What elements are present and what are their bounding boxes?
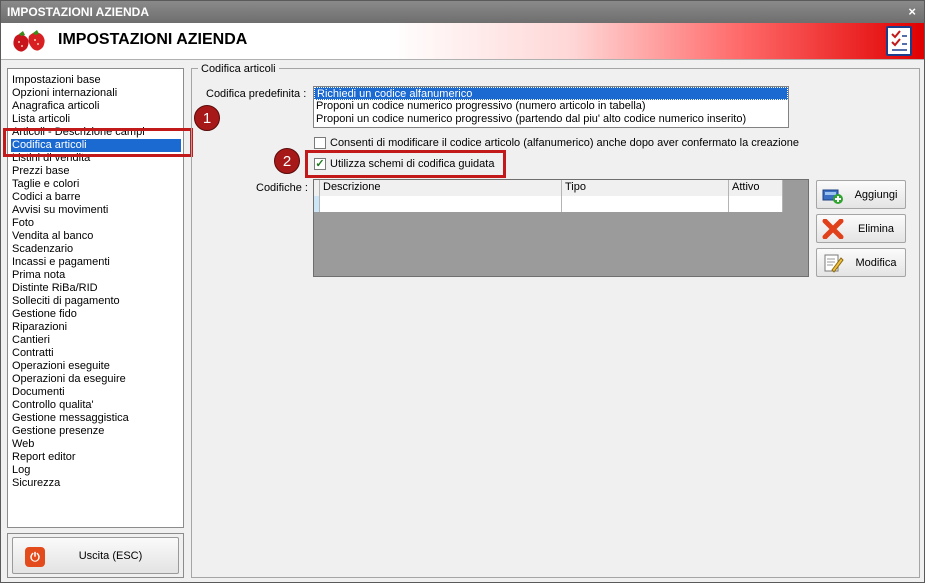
- sidebar-item[interactable]: Opzioni internazionali: [12, 87, 117, 100]
- consenti-label: Consenti di modificare il codice articol…: [330, 137, 799, 149]
- table-cell[interactable]: [729, 196, 783, 212]
- sidebar-item[interactable]: Riparazioni: [12, 321, 67, 334]
- sidebar-item[interactable]: Log: [12, 464, 30, 477]
- column-header-tipo[interactable]: Tipo: [562, 180, 729, 196]
- codifiche-grid[interactable]: Descrizione Tipo Attivo: [313, 179, 809, 277]
- sidebar-item[interactable]: Avvisi su movimenti: [12, 204, 108, 217]
- exit-button-label: Uscita (ESC): [78, 550, 143, 562]
- sidebar-item[interactable]: Anagrafica articoli: [12, 100, 99, 113]
- sidebar-item[interactable]: Gestione messaggistica: [12, 412, 129, 425]
- add-icon: [822, 189, 843, 204]
- aggiungi-button[interactable]: Aggiungi: [816, 180, 906, 209]
- sidebar-item[interactable]: Controllo qualita': [12, 399, 94, 412]
- table-cell[interactable]: [320, 196, 562, 212]
- sidebar-item[interactable]: Distinte RiBa/RID: [12, 282, 98, 295]
- sidebar-item[interactable]: Codici a barre: [12, 191, 80, 204]
- list-option[interactable]: Proponi un codice numerico progressivo (…: [314, 113, 788, 126]
- sidebar-item[interactable]: Solleciti di pagamento: [12, 295, 120, 308]
- sidebar-item[interactable]: Scadenzario: [12, 243, 73, 256]
- elimina-label: Elimina: [857, 223, 895, 235]
- banner-title: IMPOSTAZIONI AZIENDA: [58, 31, 248, 48]
- sidebar-item[interactable]: Documenti: [12, 386, 65, 399]
- sidebar-item[interactable]: Sicurezza: [12, 477, 60, 490]
- callout-box-codifica-articoli: [3, 128, 193, 157]
- list-option[interactable]: Richiedi un codice alfanumerico: [314, 87, 788, 100]
- predefinita-listbox[interactable]: Richiedi un codice alfanumerico Proponi …: [313, 86, 789, 128]
- callout-box-schemi: [305, 150, 506, 178]
- sidebar-item[interactable]: Gestione fido: [12, 308, 77, 321]
- title-bar: IMPOSTAZIONI AZIENDA ×: [1, 1, 924, 23]
- sidebar-item[interactable]: Contratti: [12, 347, 54, 360]
- sidebar-item[interactable]: Cantieri: [12, 334, 50, 347]
- sidebar-item[interactable]: Vendita al banco: [12, 230, 93, 243]
- modifica-label: Modifica: [855, 257, 897, 269]
- sidebar-item[interactable]: Impostazioni base: [12, 74, 101, 87]
- modifica-button[interactable]: Modifica: [816, 248, 906, 277]
- sidebar-item[interactable]: Operazioni eseguite: [12, 360, 110, 373]
- sidebar-item[interactable]: Foto: [12, 217, 34, 230]
- consenti-checkbox[interactable]: [314, 137, 326, 149]
- edit-icon: [824, 254, 844, 273]
- exit-button[interactable]: ⏻ Uscita (ESC): [12, 537, 179, 574]
- table-cell[interactable]: [562, 196, 729, 212]
- sidebar-item[interactable]: Prima nota: [12, 269, 65, 282]
- sidebar-item[interactable]: Incassi e pagamenti: [12, 256, 110, 269]
- codifiche-label: Codifiche :: [256, 182, 308, 194]
- settings-window: IMPOSTAZIONI AZIENDA × IMPOSTAZIONI AZIE…: [0, 0, 925, 583]
- window-title: IMPOSTAZIONI AZIENDA: [7, 5, 149, 19]
- checklist-icon: [886, 26, 912, 56]
- list-option[interactable]: Proponi un codice numerico progressivo (…: [314, 100, 788, 113]
- sidebar-item[interactable]: Gestione presenze: [12, 425, 104, 438]
- elimina-button[interactable]: Elimina: [816, 214, 906, 243]
- header-banner: IMPOSTAZIONI AZIENDA: [1, 23, 924, 60]
- exit-panel: ⏻ Uscita (ESC): [7, 533, 184, 578]
- sidebar-item[interactable]: Taglie e colori: [12, 178, 79, 191]
- delete-icon: [822, 219, 844, 239]
- sidebar-item[interactable]: Operazioni da eseguire: [12, 373, 126, 386]
- column-header-attivo[interactable]: Attivo: [729, 180, 783, 196]
- close-icon[interactable]: ×: [908, 1, 916, 23]
- predefinita-label: Codifica predefinita :: [206, 88, 307, 100]
- column-header-descrizione[interactable]: Descrizione: [320, 180, 562, 196]
- sidebar-item[interactable]: Lista articoli: [12, 113, 70, 126]
- sidebar-item[interactable]: Prezzi base: [12, 165, 69, 178]
- group-title: Codifica articoli: [198, 63, 279, 75]
- aggiungi-label: Aggiungi: [854, 189, 898, 201]
- strawberry-icon: [13, 30, 45, 52]
- sidebar-item[interactable]: Web: [12, 438, 34, 451]
- sidebar-item[interactable]: Report editor: [12, 451, 76, 464]
- callout-badge-2: 2: [274, 148, 300, 174]
